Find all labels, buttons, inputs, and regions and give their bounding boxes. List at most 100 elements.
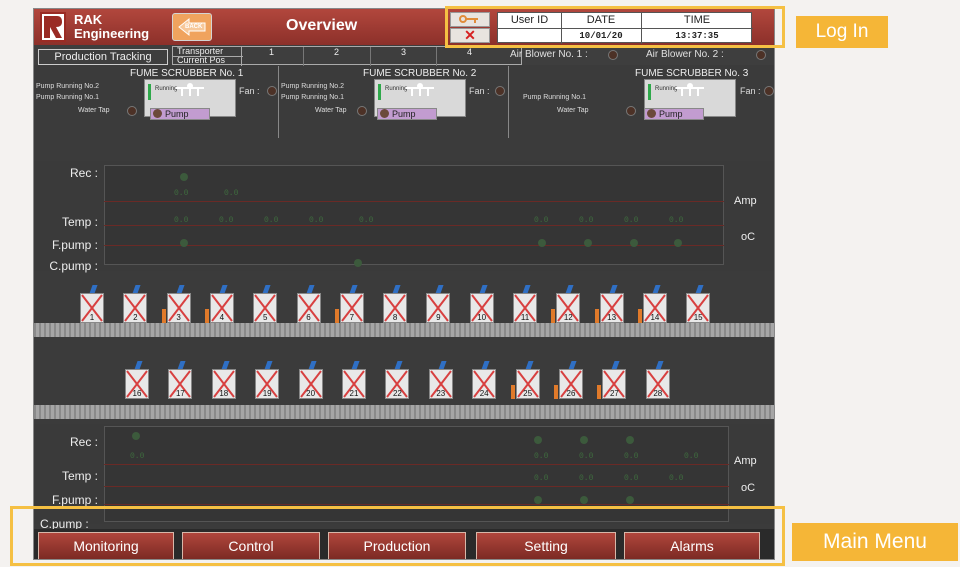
level-bar	[204, 309, 209, 323]
reading-value: 0.0	[534, 216, 549, 225]
scrubber-1-title: FUME SCRUBBER No. 1	[130, 68, 244, 79]
reading-value: 0.0	[624, 474, 639, 483]
tank-number: 17	[175, 389, 185, 398]
top-rec-label: Rec :	[69, 166, 98, 180]
tank-20[interactable]: 20	[298, 361, 323, 399]
tank-25[interactable]: 25	[510, 361, 540, 399]
transporter-col-2: 2	[334, 47, 340, 57]
tank-15[interactable]: 15	[686, 285, 711, 323]
air-blower-2-label: Air Blower No. 2 :	[646, 49, 724, 60]
tank-19[interactable]: 19	[255, 361, 280, 399]
tank-number: 14	[650, 313, 660, 322]
screen: RAK Engineering BACK Overview ✕ User ID …	[0, 0, 960, 567]
fume-scrubber-3[interactable]: FUME SCRUBBER No. 3 Pump Running No.1 Wa…	[509, 66, 774, 138]
tank-12[interactable]: 12	[551, 285, 581, 323]
level-bar	[594, 309, 599, 323]
back-button[interactable]: BACK	[172, 13, 212, 41]
tank-number: 5	[262, 313, 268, 322]
pump-label: Pump	[392, 109, 416, 119]
pump-status-dot	[647, 109, 656, 118]
tank-18[interactable]: 18	[211, 361, 236, 399]
tank-number: 16	[132, 389, 142, 398]
fume-scrubber-1[interactable]: FUME SCRUBBER No. 1 Pump Running No.2 Pu…	[34, 66, 279, 138]
top-oc-unit: oC	[741, 231, 756, 243]
tank-number: 28	[653, 389, 663, 398]
pump-label: Pump	[165, 109, 189, 119]
scrubber-2-pump[interactable]: Pump	[377, 108, 437, 120]
tank-number: 6	[306, 313, 311, 322]
level-bar	[510, 385, 515, 399]
tank-16[interactable]: 16	[125, 361, 149, 399]
tank-26[interactable]: 26	[554, 361, 583, 399]
tank-number: 8	[392, 313, 398, 322]
reading-value: 0.0	[309, 216, 324, 225]
tank-3[interactable]: 3	[161, 285, 191, 323]
login-highlight-box	[445, 6, 785, 48]
scrubber-1-water-tap-label: Water Tap	[78, 107, 110, 114]
tank-number: 3	[176, 313, 181, 322]
level-bar	[334, 309, 339, 323]
scrubber-3-water-tap-label: Water Tap	[557, 107, 589, 114]
sprinkler-icon	[406, 83, 434, 96]
scrubber-2-fan-indicator	[495, 86, 505, 96]
tank-28[interactable]: 28	[645, 361, 670, 399]
tank-number: 18	[219, 389, 229, 398]
bottom-temp-label: Temp :	[61, 469, 98, 483]
scrubber-3-title: FUME SCRUBBER No. 3	[635, 68, 749, 79]
pump-status-dot	[153, 109, 162, 118]
reading-value: 0.0	[534, 474, 549, 483]
tank-number: 10	[477, 313, 487, 322]
top-fpump-label: F.pump :	[51, 238, 98, 252]
pump-label: Pump	[659, 109, 683, 119]
reading-value: 0.0	[219, 216, 234, 225]
tank-2[interactable]: 2	[123, 285, 148, 323]
tank-number: 24	[479, 389, 489, 398]
main-menu-highlight-box	[10, 506, 785, 566]
scrubber-3-pump[interactable]: Pump	[644, 108, 704, 120]
bottom-rec-label: Rec :	[69, 435, 98, 449]
tank-9[interactable]: 9	[426, 285, 451, 323]
tank-11[interactable]: 11	[513, 285, 537, 323]
scrubber-2-fan-label: Fan :	[469, 86, 490, 96]
tank-number: 21	[349, 389, 359, 398]
air-blower-1-label: Air Blower No. 1 :	[510, 49, 588, 60]
tank-number: 2	[133, 313, 138, 322]
bottom-fpump-label: F.pump :	[51, 493, 98, 507]
scrubber-2-pump2-label: Pump Running No.2	[281, 83, 345, 90]
reading-value: 0.0	[130, 452, 145, 461]
reading-value: 0.0	[579, 216, 594, 225]
tank-13[interactable]: 13	[594, 285, 624, 323]
top-cpump-label: C.pump :	[49, 259, 98, 273]
transporter-table: Transporter Current Pos 1 2 3 4	[172, 46, 522, 66]
page-title: Overview	[286, 17, 358, 34]
production-tracking-button[interactable]: Production Tracking	[38, 49, 168, 65]
tank-10[interactable]: 10	[469, 285, 494, 323]
bottom-amp-unit: Amp	[734, 455, 757, 467]
tank-7[interactable]: 7	[334, 285, 364, 323]
tank-6[interactable]: 6	[296, 285, 321, 323]
tank-number: 9	[436, 313, 441, 322]
tank-8[interactable]: 8	[383, 285, 408, 323]
tank-17[interactable]: 17	[168, 361, 193, 399]
brand-subtitle: Engineering	[74, 26, 150, 41]
scrubber-2-tap-indicator	[357, 106, 367, 116]
tank-5[interactable]: 5	[253, 285, 278, 323]
fume-scrubber-2[interactable]: FUME SCRUBBER No. 2 Pump Running No.2 Pu…	[279, 66, 509, 138]
tank-4[interactable]: 4	[204, 285, 234, 323]
tank-1[interactable]: 1	[80, 285, 104, 323]
tank-27[interactable]: 27	[597, 361, 627, 399]
level-bar	[161, 309, 166, 323]
tank-22[interactable]: 22	[385, 361, 410, 399]
scrubber-1-pump[interactable]: Pump	[150, 108, 210, 120]
tank-24[interactable]: 24	[472, 361, 497, 399]
tank-23[interactable]: 23	[428, 361, 453, 399]
tank-14[interactable]: 14	[637, 285, 667, 323]
tank-21[interactable]: 21	[342, 361, 366, 399]
reading-value: 0.0	[264, 216, 279, 225]
rak-logo	[40, 12, 66, 42]
tank-number: 13	[607, 313, 617, 322]
tank-number: 27	[609, 389, 619, 398]
tank-number: 1	[89, 313, 95, 322]
tank-number: 15	[693, 313, 703, 322]
bottom-oc-unit: oC	[741, 482, 756, 494]
